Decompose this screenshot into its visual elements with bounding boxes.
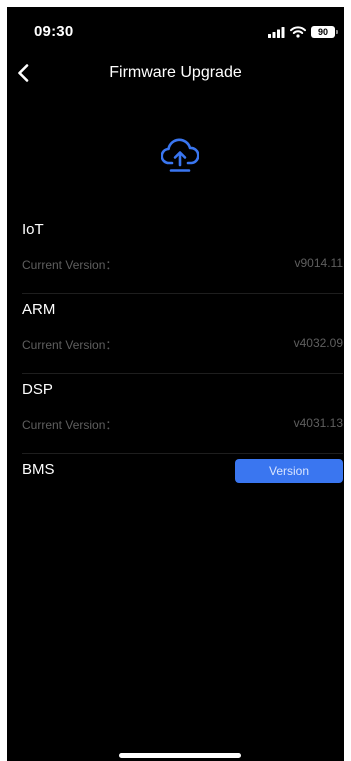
status-bar: 09:30 90 [7,7,344,47]
battery-icon: 90 [311,26,338,38]
wifi-icon [290,26,306,38]
firmware-row-arm: ARM Current Version： v4032.09 [22,294,343,374]
firmware-row-iot: IoT Current Version： v9014.11 [22,214,343,294]
status-time: 09:30 [34,23,74,40]
current-version-label: Current Version： [22,418,118,432]
app-screen: 09:30 90 Firmware Upgrade IoT Current Ve… [7,7,344,761]
current-version-value: v4032.09 [293,336,343,350]
firmware-list: IoT Current Version： v9014.11 ARM Curren… [22,214,343,510]
firmware-row-dsp: DSP Current Version： v4031.13 [22,374,343,454]
firmware-name: ARM [22,301,56,318]
current-version-label: Current Version： [22,258,118,272]
firmware-name: DSP [22,381,53,398]
current-version-value: v4031.13 [293,416,343,430]
home-indicator[interactable] [119,753,241,758]
version-button[interactable]: Version [235,459,343,483]
status-icons: 90 [268,25,338,39]
firmware-name: BMS [22,461,55,478]
cloud-upload-icon [161,138,199,172]
page-title: Firmware Upgrade [109,64,242,81]
current-version-value: v9014.11 [294,256,344,270]
cellular-signal-icon [268,26,285,38]
nav-bar: Firmware Upgrade [7,55,344,91]
firmware-row-bms: BMS Version [22,454,343,510]
current-version-label: Current Version： [22,338,118,352]
firmware-name: IoT [22,221,44,238]
